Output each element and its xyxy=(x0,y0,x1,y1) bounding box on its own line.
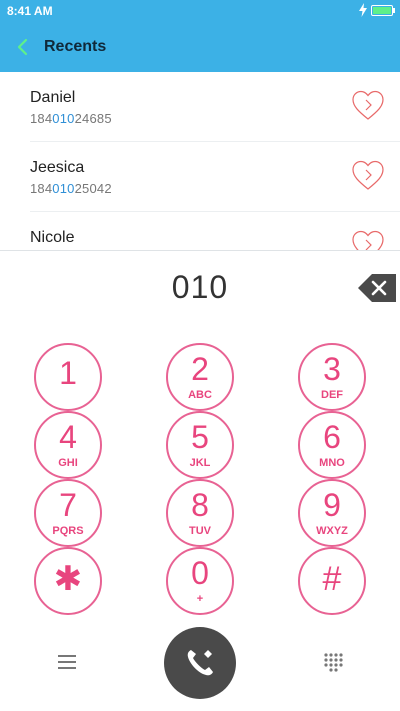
dial-key-3[interactable]: 3 DEF xyxy=(298,343,366,411)
recents-list: Daniel 18401024685 Jeesica 18401025042 N… xyxy=(0,72,400,250)
dial-key-4[interactable]: 4 GHI xyxy=(34,411,102,479)
dial-key-6[interactable]: 6 MNO xyxy=(298,411,366,479)
favorite-heart-icon[interactable] xyxy=(350,228,386,250)
dial-key-2[interactable]: 2 ABC xyxy=(166,343,234,411)
back-arrow-icon[interactable] xyxy=(12,32,36,62)
list-item[interactable]: Jeesica 18401025042 xyxy=(0,142,400,212)
call-button[interactable] xyxy=(164,627,236,699)
page-title: Recents xyxy=(44,38,107,55)
dial-key-0[interactable]: 0 + xyxy=(166,547,234,615)
dial-pad: 010 1 2 ABC 3 DEF 4 GHI 5 JKL 6 MNO 7 PQ… xyxy=(0,250,400,711)
dial-key-7[interactable]: 7 PQRS xyxy=(34,479,102,547)
dial-key-9[interactable]: 9 WXYZ xyxy=(298,479,366,547)
app-bar: 8:41 AM Recents xyxy=(0,0,400,72)
contact-number: 18401024685 xyxy=(30,111,112,126)
list-item[interactable]: Daniel 18401024685 xyxy=(0,72,400,142)
backspace-icon[interactable] xyxy=(358,271,396,305)
dial-key-8[interactable]: 8 TUV xyxy=(166,479,234,547)
dial-key-1[interactable]: 1 xyxy=(34,343,102,411)
battery-icon xyxy=(371,5,395,16)
favorite-heart-icon[interactable] xyxy=(350,88,386,124)
dialed-number: 010 xyxy=(171,269,229,305)
contact-number: 18401025042 xyxy=(30,181,112,196)
status-bar: 8:41 AM xyxy=(0,0,400,22)
phone-icon xyxy=(187,650,213,676)
dial-key-5[interactable]: 5 JKL xyxy=(166,411,234,479)
dial-key-hash[interactable]: # xyxy=(298,547,366,615)
list-item[interactable]: Nicole xyxy=(0,212,400,250)
menu-icon[interactable] xyxy=(56,653,78,671)
favorite-heart-icon[interactable] xyxy=(350,158,386,194)
keypad-toggle-icon[interactable] xyxy=(322,652,344,674)
dial-key-star[interactable]: ✱ xyxy=(34,547,102,615)
dialer-screen: 8:41 AM Recents Daniel 18401024685 Jeesi… xyxy=(0,0,400,711)
charging-icon xyxy=(359,3,367,17)
contact-name: Nicole xyxy=(30,229,75,246)
contact-name: Jeesica xyxy=(30,159,85,176)
header: Recents xyxy=(0,22,400,72)
status-time: 8:41 AM xyxy=(7,4,53,18)
contact-name: Daniel xyxy=(30,89,76,106)
